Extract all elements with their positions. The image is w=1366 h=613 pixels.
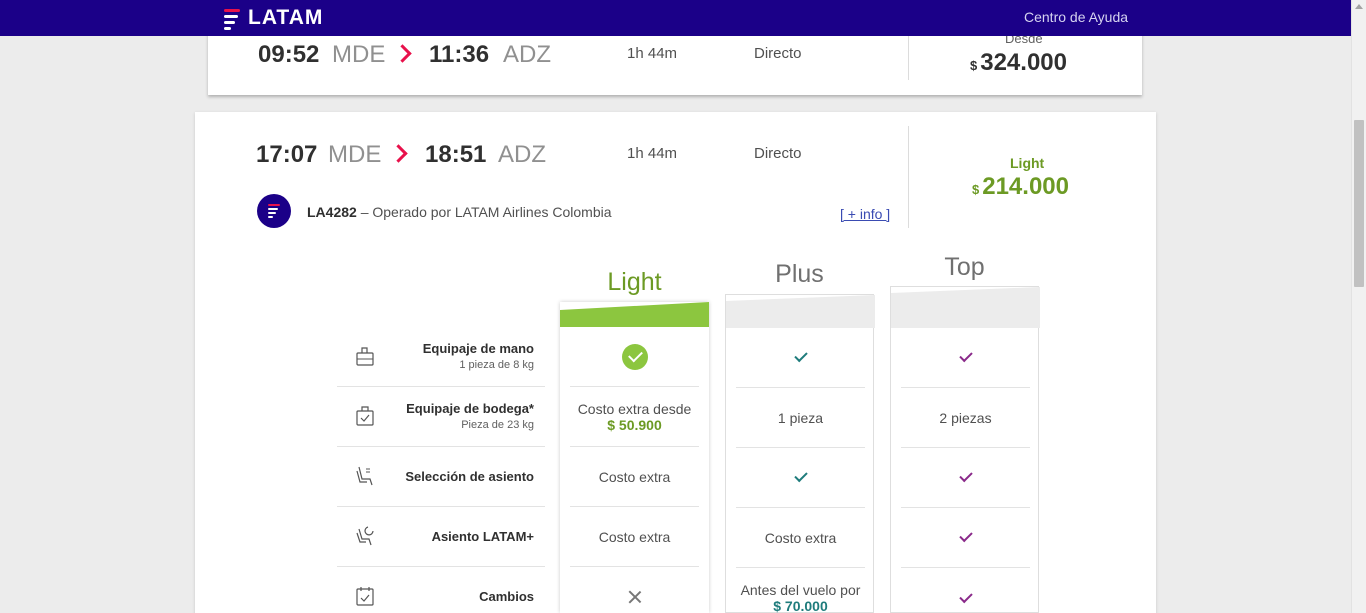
departure-airport: MDE	[332, 41, 386, 68]
fare-card-plus[interactable]: 1 pieza Costo extra Antes del vuelo por …	[725, 294, 875, 613]
top-seat-selection-cell	[901, 448, 1030, 508]
carry-on-bag-icon	[356, 347, 374, 366]
not-included-x-icon	[628, 590, 642, 604]
fare-card-top[interactable]: 2 piezas	[890, 286, 1040, 613]
arrow-right-icon	[393, 44, 412, 63]
feature-title: Equipaje de bodega*	[406, 401, 534, 416]
feature-row-seat-plus: Asiento LATAM+	[337, 507, 545, 567]
latam-logo-icon	[224, 7, 242, 30]
check-icon	[958, 589, 973, 603]
latam-logo[interactable]: LATAM	[224, 6, 323, 30]
scroll-up-arrow-icon[interactable]	[1355, 4, 1363, 9]
cell-text: Costo extra	[598, 528, 671, 545]
light-checked-bag-cell: Costo extra desde $ 50.900	[570, 387, 699, 447]
divider	[908, 126, 909, 228]
departure-airport: MDE	[328, 141, 382, 168]
top-navigation-bar: LATAM Centro de Ayuda	[0, 0, 1351, 36]
check-icon	[793, 468, 808, 483]
fare-header-top	[891, 287, 1040, 328]
flight-stops: Directo	[754, 145, 802, 162]
cell-text: Costo extra	[764, 529, 837, 546]
plus-carry-on-cell	[736, 328, 865, 388]
check-icon	[958, 528, 973, 543]
cell-text: Antes del vuelo por	[740, 582, 861, 598]
light-seat-plus-cell: Costo extra	[570, 507, 699, 567]
departure-time: 09:52	[258, 41, 320, 68]
calendar-check-icon	[356, 587, 374, 606]
flight-stops: Directo	[754, 45, 802, 62]
fare-name-top: Top	[944, 253, 985, 281]
checked-bag-icon	[356, 406, 374, 426]
plus-seat-selection-cell	[736, 448, 865, 508]
feature-title: Selección de asiento	[405, 469, 534, 484]
flight-price[interactable]: $214.000	[972, 173, 1069, 201]
price-amount: 324.000	[980, 49, 1067, 76]
check-icon	[958, 348, 973, 363]
check-icon	[793, 348, 808, 363]
cell-text: Costo extra desde	[577, 400, 692, 417]
feature-row-carry-on: Equipaje de mano 1 pieza de 8 kg	[337, 327, 545, 387]
top-carry-on-cell	[901, 328, 1030, 388]
fare-name-light: Light	[607, 268, 662, 296]
fare-card-light[interactable]: Costo extra desde $ 50.900 Costo extra C…	[560, 302, 709, 613]
fare-name-plus: Plus	[775, 260, 824, 288]
light-seat-selection-cell: Costo extra	[570, 447, 699, 507]
price-amount: 214.000	[982, 173, 1069, 200]
seat-icon	[356, 466, 373, 486]
feature-row-seat-selection: Selección de asiento	[337, 447, 545, 507]
fare-header-plus	[726, 295, 875, 328]
currency-symbol: $	[972, 182, 980, 197]
fare-header-light	[560, 302, 709, 327]
feature-title: Equipaje de mano	[422, 341, 534, 356]
cell-text: Costo extra	[598, 468, 671, 485]
plus-changes-cell: Antes del vuelo por $ 70.000	[736, 568, 865, 613]
selected-fare-label: Light	[1010, 155, 1045, 171]
arrow-right-icon	[389, 144, 408, 163]
more-info-link[interactable]: [ + info ]	[840, 206, 890, 222]
arrival-airport: ADZ	[503, 41, 551, 68]
cell-amount: $ 70.000	[773, 598, 828, 613]
flight-number: LA4282	[307, 204, 357, 220]
check-icon	[958, 468, 973, 483]
flight-duration: 1h 44m	[627, 45, 678, 62]
cell-text: 2 piezas	[939, 409, 992, 426]
airline-avatar-icon	[257, 194, 291, 228]
feature-title: Asiento LATAM+	[431, 529, 534, 544]
included-check-icon	[621, 343, 648, 370]
arrival-airport: ADZ	[498, 141, 546, 168]
operator-text: – Operado por LATAM Airlines Colombia	[356, 204, 612, 220]
flight-duration: 1h 44m	[627, 145, 678, 162]
flight-price[interactable]: $324.000	[970, 49, 1067, 77]
brand-name: LATAM	[248, 6, 324, 29]
feature-subtitle: Pieza de 23 kg	[461, 419, 534, 431]
arrival-time: 11:36	[429, 41, 490, 68]
cell-text: 1 pieza	[777, 409, 824, 426]
arrival-time: 18:51	[425, 141, 487, 168]
plus-checked-bag-cell: 1 pieza	[736, 388, 865, 448]
feature-subtitle: 1 pieza de 8 kg	[459, 359, 534, 371]
seat-plus-icon	[356, 526, 374, 546]
departure-time: 17:07	[256, 141, 318, 168]
feature-row-checked-bag: Equipaje de bodega* Pieza de 23 kg	[337, 387, 545, 447]
plus-seat-plus-cell: Costo extra	[736, 508, 865, 568]
top-changes-cell	[901, 568, 1030, 613]
cell-amount: $ 50.900	[607, 416, 662, 433]
currency-symbol: $	[970, 58, 978, 73]
feature-row-changes: Cambios	[337, 567, 545, 613]
top-seat-plus-cell	[901, 508, 1030, 568]
help-center-link[interactable]: Centro de Ayuda	[1024, 9, 1128, 25]
scrollbar-thumb[interactable]	[1354, 120, 1364, 287]
light-changes-cell	[570, 567, 699, 613]
top-checked-bag-cell: 2 piezas	[901, 388, 1030, 448]
light-carry-on-cell	[570, 327, 699, 387]
feature-title: Cambios	[479, 589, 534, 604]
page-scrollbar[interactable]	[1351, 0, 1366, 613]
flight-operator-info: LA4282 – Operado por LATAM Airlines Colo…	[307, 204, 612, 220]
